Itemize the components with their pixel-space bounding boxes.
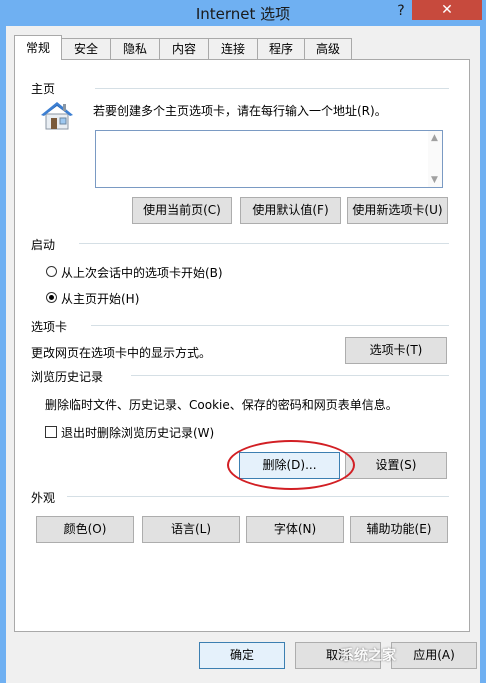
watermark-text: 系统之家 [340,648,396,664]
homepage-divider [95,88,449,89]
tabs-button[interactable]: 选项卡(T) [345,337,447,364]
colors-button[interactable]: 颜色(O) [36,516,134,543]
tab-security[interactable]: 安全 [61,38,111,59]
radio-homepage-label[interactable]: 从主页开始(H) [61,290,139,307]
homepage-url-scrollbar[interactable]: ▲ ▼ [428,131,442,187]
startup-section-label: 启动 [31,238,56,252]
radio-homepage[interactable] [46,292,57,303]
use-default-button[interactable]: 使用默认值(F) [240,197,341,224]
window-frame-left [0,26,6,683]
history-settings-button[interactable]: 设置(S) [345,452,447,479]
delete-on-exit-label[interactable]: 退出时删除浏览历史记录(W) [61,424,214,441]
house-icon [39,100,75,132]
startup-divider [79,243,449,244]
delete-history-button[interactable]: 删除(D)... [239,452,340,479]
use-current-button[interactable]: 使用当前页(C) [132,197,232,224]
close-button[interactable]: ✕ [412,0,482,20]
history-divider [131,375,449,376]
watermark: 系统之家 [340,645,480,679]
tab-programs[interactable]: 程序 [257,38,305,59]
window-frame-right [480,26,486,683]
history-section-label: 浏览历史记录 [31,370,104,384]
tab-privacy[interactable]: 隐私 [110,38,160,59]
appearance-divider [67,496,449,497]
appearance-section-label: 外观 [31,491,56,505]
delete-on-exit-checkbox[interactable] [45,426,57,438]
tabs-divider [91,325,449,326]
help-button[interactable]: ? [392,1,410,21]
accessibility-button[interactable]: 辅助功能(E) [350,516,448,543]
tabs-section-label: 选项卡 [31,320,68,334]
radio-last-session-label[interactable]: 从上次会话中的选项卡开始(B) [61,264,223,281]
homepage-url-input[interactable]: ▲ ▼ [95,130,443,188]
use-new-tab-button[interactable]: 使用新选项卡(U) [347,197,448,224]
radio-last-session[interactable] [46,266,57,277]
tab-general[interactable]: 常规 [14,35,62,60]
scroll-down-icon[interactable]: ▼ [431,175,438,185]
fonts-button[interactable]: 字体(N) [246,516,344,543]
tabs-description: 更改网页在选项卡中的显示方式。 [31,346,212,360]
history-description: 删除临时文件、历史记录、Cookie、保存的密码和网页表单信息。 [45,398,398,412]
tab-connections[interactable]: 连接 [208,38,258,59]
homepage-instruction: 若要创建多个主页选项卡，请在每行输入一个地址(R)。 [93,104,387,118]
ok-button[interactable]: 确定 [199,642,285,669]
scroll-up-icon[interactable]: ▲ [431,133,438,143]
languages-button[interactable]: 语言(L) [142,516,240,543]
homepage-section-label: 主页 [31,82,56,96]
title-bar: Internet 选项 ? ✕ [0,0,486,26]
tab-advanced[interactable]: 高级 [304,38,352,59]
general-tab-panel: 主页 若要创建多个主页选项卡，请在每行输入一个地址(R)。 ▲ ▼ 使用当前页(… [14,59,470,632]
tab-content[interactable]: 内容 [159,38,209,59]
